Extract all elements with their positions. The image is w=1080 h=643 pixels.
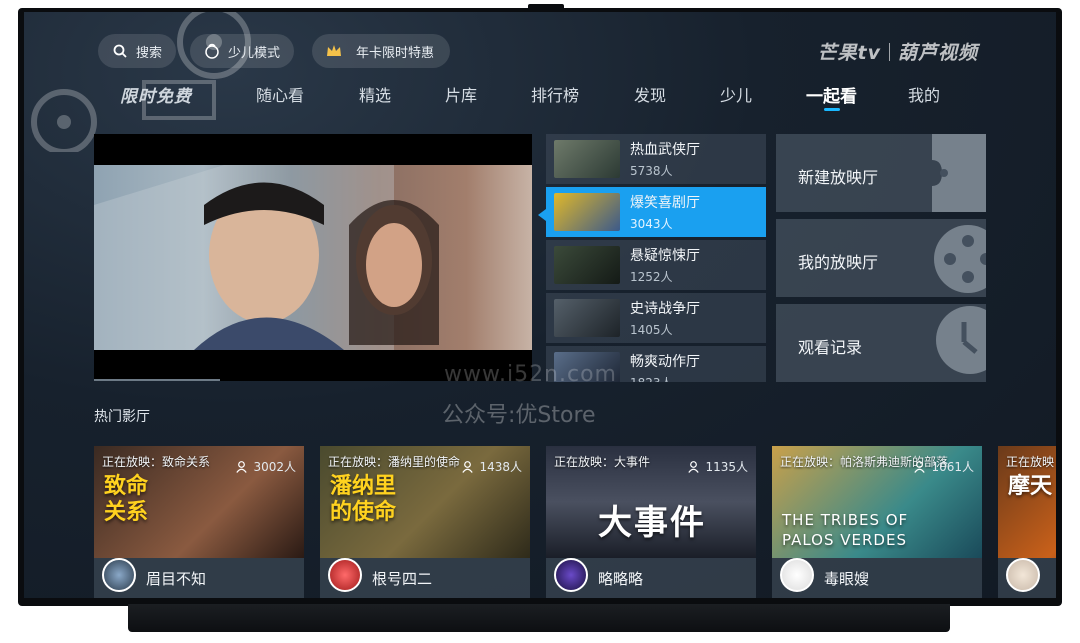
card-viewers: 1135人 <box>688 458 748 475</box>
nav-limited-free[interactable]: 限时免费 <box>120 82 192 107</box>
card-viewer-count: 1061人 <box>931 460 974 474</box>
avatar <box>1006 558 1040 592</box>
hall-thumbnail <box>554 140 620 178</box>
brand-divider <box>888 42 890 61</box>
card-poster-title: THE TRIBES OF PALOS VERDES <box>782 511 909 549</box>
card-now-playing: 正在放映 <box>1006 455 1055 469</box>
annual-promo-button[interactable]: 年卡限时特惠 <box>312 34 451 68</box>
card-poster-title: 潘纳里 的使命 <box>330 474 397 525</box>
avatar <box>554 558 588 592</box>
nav-tab-suixinkan[interactable]: 随心看 <box>256 82 304 106</box>
card-poster-title: 摩天 <box>1008 474 1053 499</box>
hall-thumbnail <box>554 299 620 337</box>
hall-count: 3043人 <box>630 217 673 231</box>
card-viewers: 1438人 <box>462 458 522 475</box>
user-icon <box>688 460 700 473</box>
nav-active-indicator <box>824 108 840 111</box>
card-now-playing: 正在放映：致命关系 <box>102 455 211 469</box>
video-progress-bar[interactable] <box>94 379 220 381</box>
card-host-name: 眉目不知 <box>146 569 207 588</box>
hall-count: 1405人 <box>630 323 673 337</box>
video-player[interactable] <box>94 134 532 381</box>
kids-mode-label: 少儿模式 <box>228 45 281 61</box>
card-host-name: 略略略 <box>598 569 644 588</box>
card-viewers: 3002人 <box>236 458 296 475</box>
hall-list: 热血武侠厅 5738人 爆笑喜剧厅 3043人 悬疑惊悚厅 1252人 史诗战争厅 14… <box>546 134 766 382</box>
hall-item[interactable]: 史诗战争厅 1405人 <box>546 293 766 343</box>
nav-tab-shaoer[interactable]: 少儿 <box>720 82 752 106</box>
card-now-playing: 正在放映：潘纳里的使命 <box>328 455 461 469</box>
card-now-playing: 正在放映：大事件 <box>554 455 651 469</box>
nav-tab-faxian[interactable]: 发现 <box>634 82 666 106</box>
popular-halls-title: 热门影厅 <box>94 409 150 425</box>
card-viewer-count: 3002人 <box>253 460 296 474</box>
user-icon <box>236 460 248 473</box>
hall-count: 1252人 <box>630 270 673 284</box>
my-screening-room-button[interactable]: 我的放映厅 <box>776 219 986 297</box>
hall-name: 爆笑喜剧厅 <box>630 195 700 211</box>
brand-logo: 芒果tv 葫芦视频 <box>818 38 978 65</box>
popular-hall-card[interactable]: 正在放映：致命关系 致命 关系 眉目不知 3002人 <box>94 446 304 598</box>
search-button[interactable]: 搜索 <box>98 34 177 68</box>
nav-tab-jingxuan[interactable]: 精选 <box>359 82 391 106</box>
watch-history-button[interactable]: 观看记录 <box>776 304 986 382</box>
avatar <box>328 558 362 592</box>
hall-name: 悬疑惊悚厅 <box>630 248 700 264</box>
nav-tab-yiqikan[interactable]: 一起看 <box>806 82 857 107</box>
hall-count: 1823人 <box>630 374 700 382</box>
hall-thumbnail <box>554 246 620 284</box>
user-icon <box>462 460 474 473</box>
card-host-name: 毒眼嫂 <box>824 569 870 588</box>
popular-hall-card[interactable]: 正在放映：大事件 大事件 略略略 1135人 <box>546 446 756 598</box>
watermark-url: www.i52n.com <box>444 362 617 387</box>
card-host-name: 根号四二 <box>372 569 433 588</box>
crown-icon <box>326 43 342 59</box>
card-poster-title: 大事件 <box>598 503 706 543</box>
clock-icon <box>936 306 986 374</box>
watermark-account: 公众号:优Store <box>442 403 596 428</box>
kids-mode-button[interactable]: 少儿模式 <box>190 34 295 68</box>
video-scene-illustration <box>94 165 439 350</box>
search-icon <box>112 43 128 59</box>
popular-hall-card[interactable]: 正在放映 摩天 <box>998 446 1056 598</box>
annual-promo-label: 年卡限时特惠 <box>356 45 435 61</box>
new-screening-room-button[interactable]: 新建放映厅 <box>776 134 986 212</box>
hall-selected-pointer <box>538 209 546 221</box>
user-icon <box>914 460 926 473</box>
avatar <box>102 558 136 592</box>
card-viewers: 1061人 <box>914 458 974 475</box>
popular-hall-card[interactable]: 正在放映：帕洛斯弗迪斯的部落 THE TRIBES OF PALOS VERDE… <box>772 446 982 598</box>
film-reel-icon <box>934 225 986 293</box>
card-viewer-count: 1135人 <box>705 460 748 474</box>
popular-hall-card[interactable]: 正在放映：潘纳里的使命 潘纳里 的使命 根号四二 1438人 <box>320 446 530 598</box>
action-label: 新建放映厅 <box>798 168 879 187</box>
hall-name: 热血武侠厅 <box>630 142 700 158</box>
tv-screen: 搜索 少儿模式 年卡限时特惠 芒果tv 葫芦视频 限时免费 随心看 精选 片库 … <box>24 12 1056 598</box>
action-label: 我的放映厅 <box>798 253 879 272</box>
hall-thumbnail <box>554 193 620 231</box>
hall-count: 5738人 <box>630 164 673 178</box>
action-label: 观看记录 <box>798 338 863 357</box>
hall-name: 畅爽动作厅 <box>630 354 700 370</box>
tv-stand <box>128 604 950 632</box>
brand-hulu: 葫芦视频 <box>897 42 978 64</box>
card-viewer-count: 1438人 <box>479 460 522 474</box>
hall-item-selected[interactable]: 爆笑喜剧厅 3043人 <box>546 187 766 237</box>
hall-item[interactable]: 悬疑惊悚厅 1252人 <box>546 240 766 290</box>
avatar <box>780 558 814 592</box>
card-poster-title: 致命 关系 <box>104 474 149 525</box>
nav-tab-paihangbang[interactable]: 排行榜 <box>531 82 579 106</box>
nav-tab-wode[interactable]: 我的 <box>908 82 940 106</box>
search-label: 搜索 <box>136 45 163 61</box>
kids-face-icon <box>204 43 220 59</box>
nav-tab-pianku[interactable]: 片库 <box>445 82 477 106</box>
ticket-icon <box>932 134 986 212</box>
hall-item[interactable]: 热血武侠厅 5738人 <box>546 134 766 184</box>
main-nav: 限时免费 随心看 精选 片库 排行榜 发现 少儿 一起看 我的 <box>24 82 1056 112</box>
brand-mango-tv: 芒果tv <box>817 42 881 64</box>
hall-name: 史诗战争厅 <box>630 301 700 317</box>
video-frame <box>94 165 532 350</box>
